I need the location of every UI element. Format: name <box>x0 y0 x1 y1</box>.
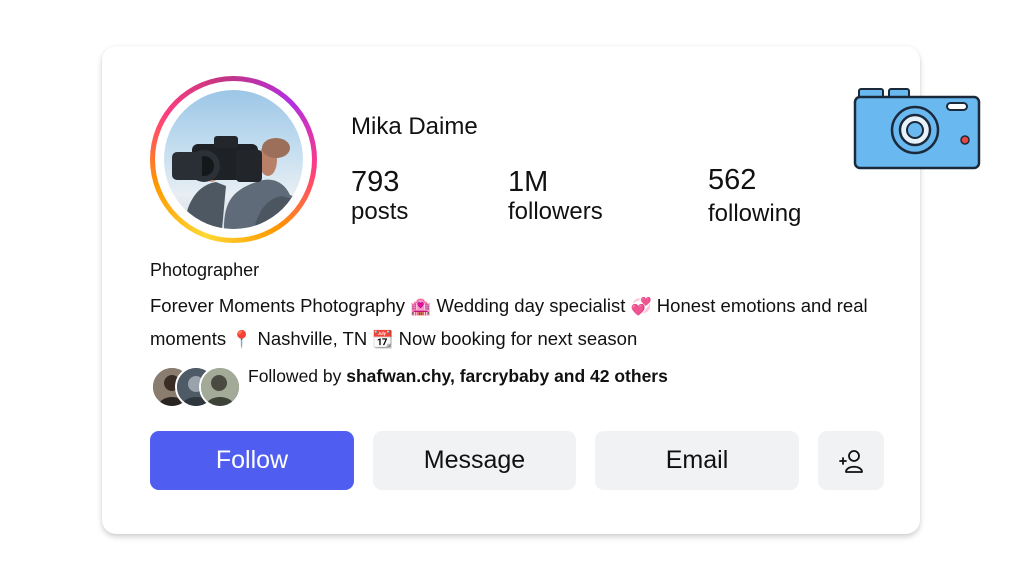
add-friend-button[interactable] <box>818 431 884 490</box>
add-person-icon <box>839 449 863 473</box>
stat-followers[interactable]: 1M followers <box>508 167 603 227</box>
stat-posts-label: posts <box>351 198 409 225</box>
mutual-avatar-3 <box>199 366 241 408</box>
profile-username: Mika Daime <box>351 113 478 140</box>
mutual-followers-avatars[interactable] <box>151 366 243 408</box>
followed-by-names: shafwan.chy, farcrybaby and 42 others <box>346 366 668 386</box>
camera-icon <box>853 88 981 170</box>
profile-bio: Forever Moments Photography 🏩 Wedding da… <box>150 290 870 356</box>
followed-by-text[interactable]: Followed by shafwan.chy, farcrybaby and … <box>248 366 678 386</box>
bio-text-2: Wedding day specialist <box>431 295 631 316</box>
profile-category: Photographer <box>150 260 260 280</box>
message-button[interactable]: Message <box>373 431 576 490</box>
stat-posts-value: 793 <box>351 166 400 198</box>
bio-text-4: Nashville, TN <box>252 328 373 349</box>
email-button[interactable]: Email <box>595 431 799 490</box>
bio-text-5: Now booking for next season <box>393 328 638 349</box>
stat-followers-value: 1M <box>508 166 549 198</box>
avatar-photo <box>164 90 303 229</box>
followed-by-prefix: Followed by <box>248 366 347 386</box>
hearts-emoji-icon: 💞 <box>630 297 652 317</box>
stat-following[interactable]: 562 following <box>708 165 801 229</box>
profile-avatar[interactable] <box>150 76 317 243</box>
calendar-emoji-icon: 📆 <box>372 330 394 350</box>
stat-following-value: 562 <box>708 164 757 196</box>
stat-posts[interactable]: 793 posts <box>351 167 408 227</box>
bio-text-1: Forever Moments Photography <box>150 295 411 316</box>
pin-emoji-icon: 📍 <box>231 330 253 350</box>
avatar-border <box>155 81 312 238</box>
follow-button[interactable]: Follow <box>150 431 354 490</box>
hotel-emoji-icon: 🏩 <box>410 297 432 317</box>
stat-followers-label: followers <box>508 198 603 225</box>
photographer-image <box>172 136 303 229</box>
stat-following-label: following <box>708 200 802 227</box>
